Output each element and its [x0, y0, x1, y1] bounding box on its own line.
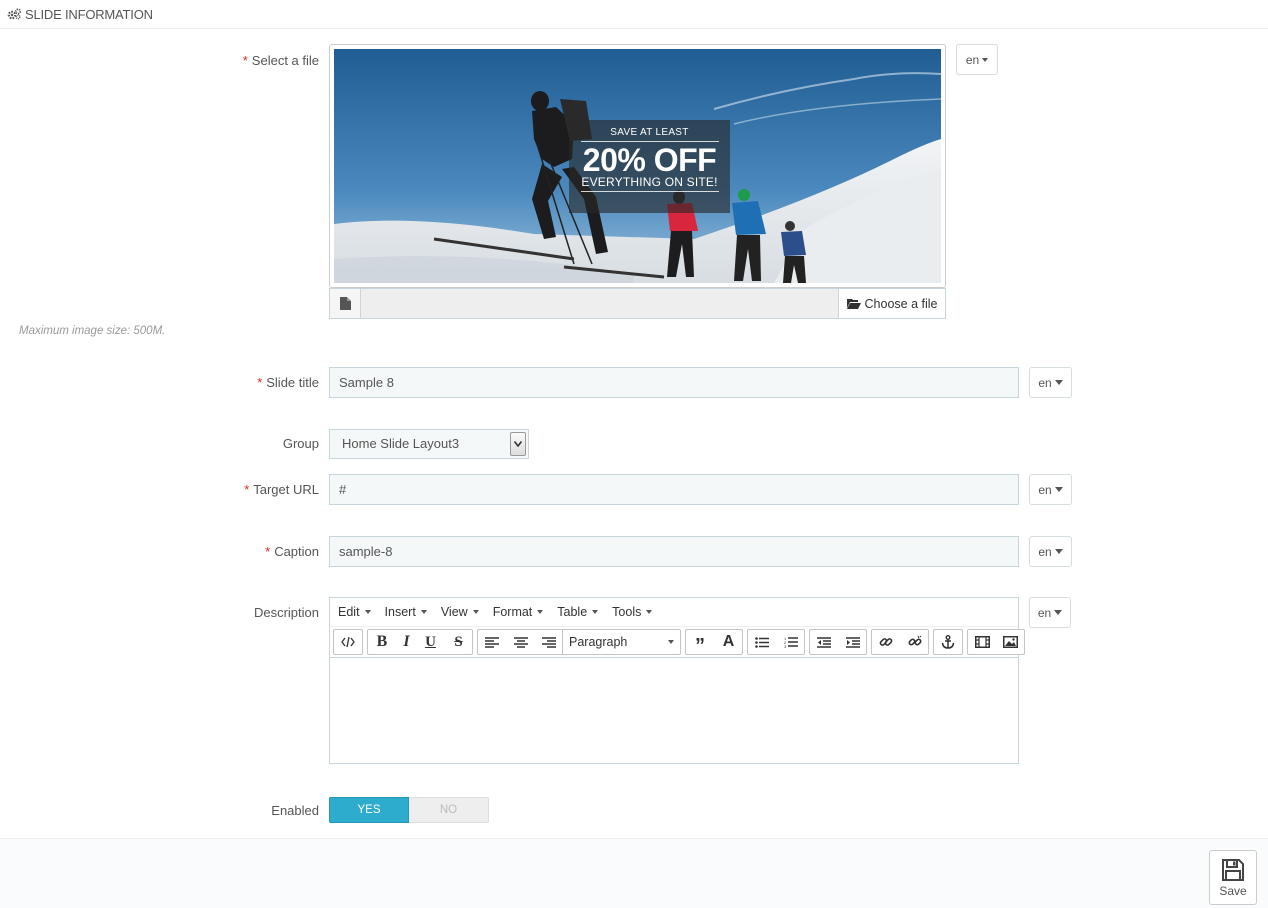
source-code-icon[interactable] — [334, 630, 362, 654]
underline-icon[interactable]: U — [416, 630, 444, 654]
format-select-value: Paragraph — [569, 635, 628, 649]
align-center-icon[interactable] — [506, 630, 534, 654]
description-lang-dropdown[interactable]: en — [1029, 597, 1071, 628]
description-lang-label: en — [1037, 605, 1052, 620]
file-label: * Select a file — [242, 53, 319, 68]
file-icon — [330, 289, 361, 318]
choose-file-label: Choose a file — [864, 296, 938, 311]
image-preview: SAVE AT LEAST 20% OFF EVERYTHING ON SITE… — [329, 44, 946, 288]
required-marker: * — [257, 375, 263, 390]
editor-toolbar: B I U S Paragraph ” A 1 2 3 — [330, 627, 1025, 658]
max-size-hint: Maximum image size: 500M. — [19, 325, 166, 337]
caret-down-icon — [537, 610, 544, 614]
slide-title-label: * Slide title — [257, 375, 319, 390]
editor-menubar: Edit Insert View Format Table Tools — [330, 598, 1018, 627]
text-color-icon[interactable]: A — [714, 630, 742, 654]
enabled-yes-option[interactable]: YES — [329, 797, 409, 823]
numbered-list-icon[interactable]: 123 — [776, 630, 804, 654]
menu-view[interactable]: View — [441, 605, 479, 619]
menu-insert[interactable]: Insert — [385, 605, 427, 619]
description-label: Description — [253, 605, 319, 620]
panel-heading: SLIDE INFORMATION — [0, 0, 1268, 29]
image-icon[interactable] — [996, 630, 1024, 654]
file-input-group[interactable]: Choose a file — [329, 288, 946, 319]
caret-down-icon — [1054, 610, 1063, 615]
caret-down-icon — [592, 610, 599, 614]
file-name-field[interactable] — [361, 289, 839, 318]
save-label: Save — [1219, 883, 1247, 898]
group-select[interactable]: Home Slide Layout3 — [329, 429, 529, 459]
bold-icon[interactable]: B — [368, 630, 396, 654]
required-marker: * — [265, 544, 271, 559]
enabled-switch[interactable]: YES NO — [329, 797, 489, 823]
menu-format[interactable]: Format — [493, 605, 544, 619]
align-left-icon[interactable] — [478, 630, 506, 654]
caret-down-icon — [472, 610, 479, 614]
title-lang-dropdown[interactable]: en — [1029, 367, 1072, 398]
indent-icon[interactable] — [838, 630, 866, 654]
group-label: Group — [282, 436, 319, 451]
banner-line-1: SAVE AT LEAST — [610, 127, 689, 138]
outdent-icon[interactable] — [810, 630, 838, 654]
promo-banner: SAVE AT LEAST 20% OFF EVERYTHING ON SITE… — [569, 120, 730, 213]
slide-image: SAVE AT LEAST 20% OFF EVERYTHING ON SITE… — [334, 49, 941, 283]
required-marker: * — [242, 53, 248, 68]
title-lang-label: en — [1038, 375, 1052, 390]
description-editor[interactable]: Edit Insert View Format Table Tools B I … — [329, 597, 1025, 764]
menu-tools[interactable]: Tools — [612, 605, 653, 619]
format-select[interactable]: Paragraph — [562, 630, 680, 654]
save-icon — [1222, 858, 1244, 881]
panel-footer — [0, 838, 1268, 908]
caret-down-icon — [1054, 549, 1063, 554]
caption-input[interactable]: sample-8 — [329, 536, 1019, 567]
file-lang-label: en — [965, 52, 980, 67]
caret-down-icon — [420, 610, 427, 614]
save-button[interactable]: Save — [1209, 850, 1257, 905]
chevron-down-icon — [510, 432, 526, 456]
bullet-list-icon[interactable] — [748, 630, 776, 654]
caret-down-icon — [1054, 487, 1063, 492]
blockquote-icon[interactable]: ” — [686, 630, 714, 656]
folder-open-icon — [846, 299, 861, 309]
media-icon[interactable] — [968, 630, 996, 654]
link-icon[interactable] — [872, 630, 900, 654]
target-url-input[interactable]: # — [329, 474, 1019, 505]
caret-down-icon — [364, 610, 371, 614]
menu-edit[interactable]: Edit — [338, 605, 371, 619]
group-selected-value: Home Slide Layout3 — [342, 436, 460, 451]
url-lang-dropdown[interactable]: en — [1029, 474, 1072, 505]
caption-lang-dropdown[interactable]: en — [1029, 536, 1072, 567]
choose-file-button[interactable]: Choose a file — [839, 289, 945, 318]
caret-down-icon — [982, 57, 989, 62]
file-lang-dropdown[interactable]: en — [956, 44, 998, 75]
target-url-label: * Target URL — [244, 482, 319, 497]
banner-line-3: EVERYTHING ON SITE! — [581, 175, 718, 189]
banner-line-2: 20% OFF — [582, 142, 717, 178]
caret-down-icon — [1054, 380, 1063, 385]
enabled-no-option[interactable]: NO — [409, 797, 489, 823]
unlink-icon[interactable] — [900, 630, 928, 654]
caption-lang-label: en — [1038, 544, 1052, 559]
cogs-icon — [7, 8, 22, 20]
align-right-icon[interactable] — [534, 630, 562, 654]
editor-content-area[interactable] — [330, 658, 1018, 762]
anchor-icon[interactable] — [934, 630, 962, 654]
slide-title-input[interactable]: Sample 8 — [329, 367, 1019, 398]
caption-label: * Caption — [265, 544, 319, 559]
panel-title: SLIDE INFORMATION — [25, 6, 153, 22]
svg-text:3: 3 — [784, 644, 787, 648]
italic-icon[interactable]: I — [396, 630, 416, 654]
caret-down-icon — [668, 640, 674, 644]
menu-table[interactable]: Table — [557, 605, 599, 619]
url-lang-label: en — [1038, 482, 1052, 497]
required-marker: * — [244, 482, 250, 497]
caret-down-icon — [646, 610, 653, 614]
strikethrough-icon[interactable]: S — [444, 630, 472, 654]
enabled-label: Enabled — [271, 803, 319, 818]
